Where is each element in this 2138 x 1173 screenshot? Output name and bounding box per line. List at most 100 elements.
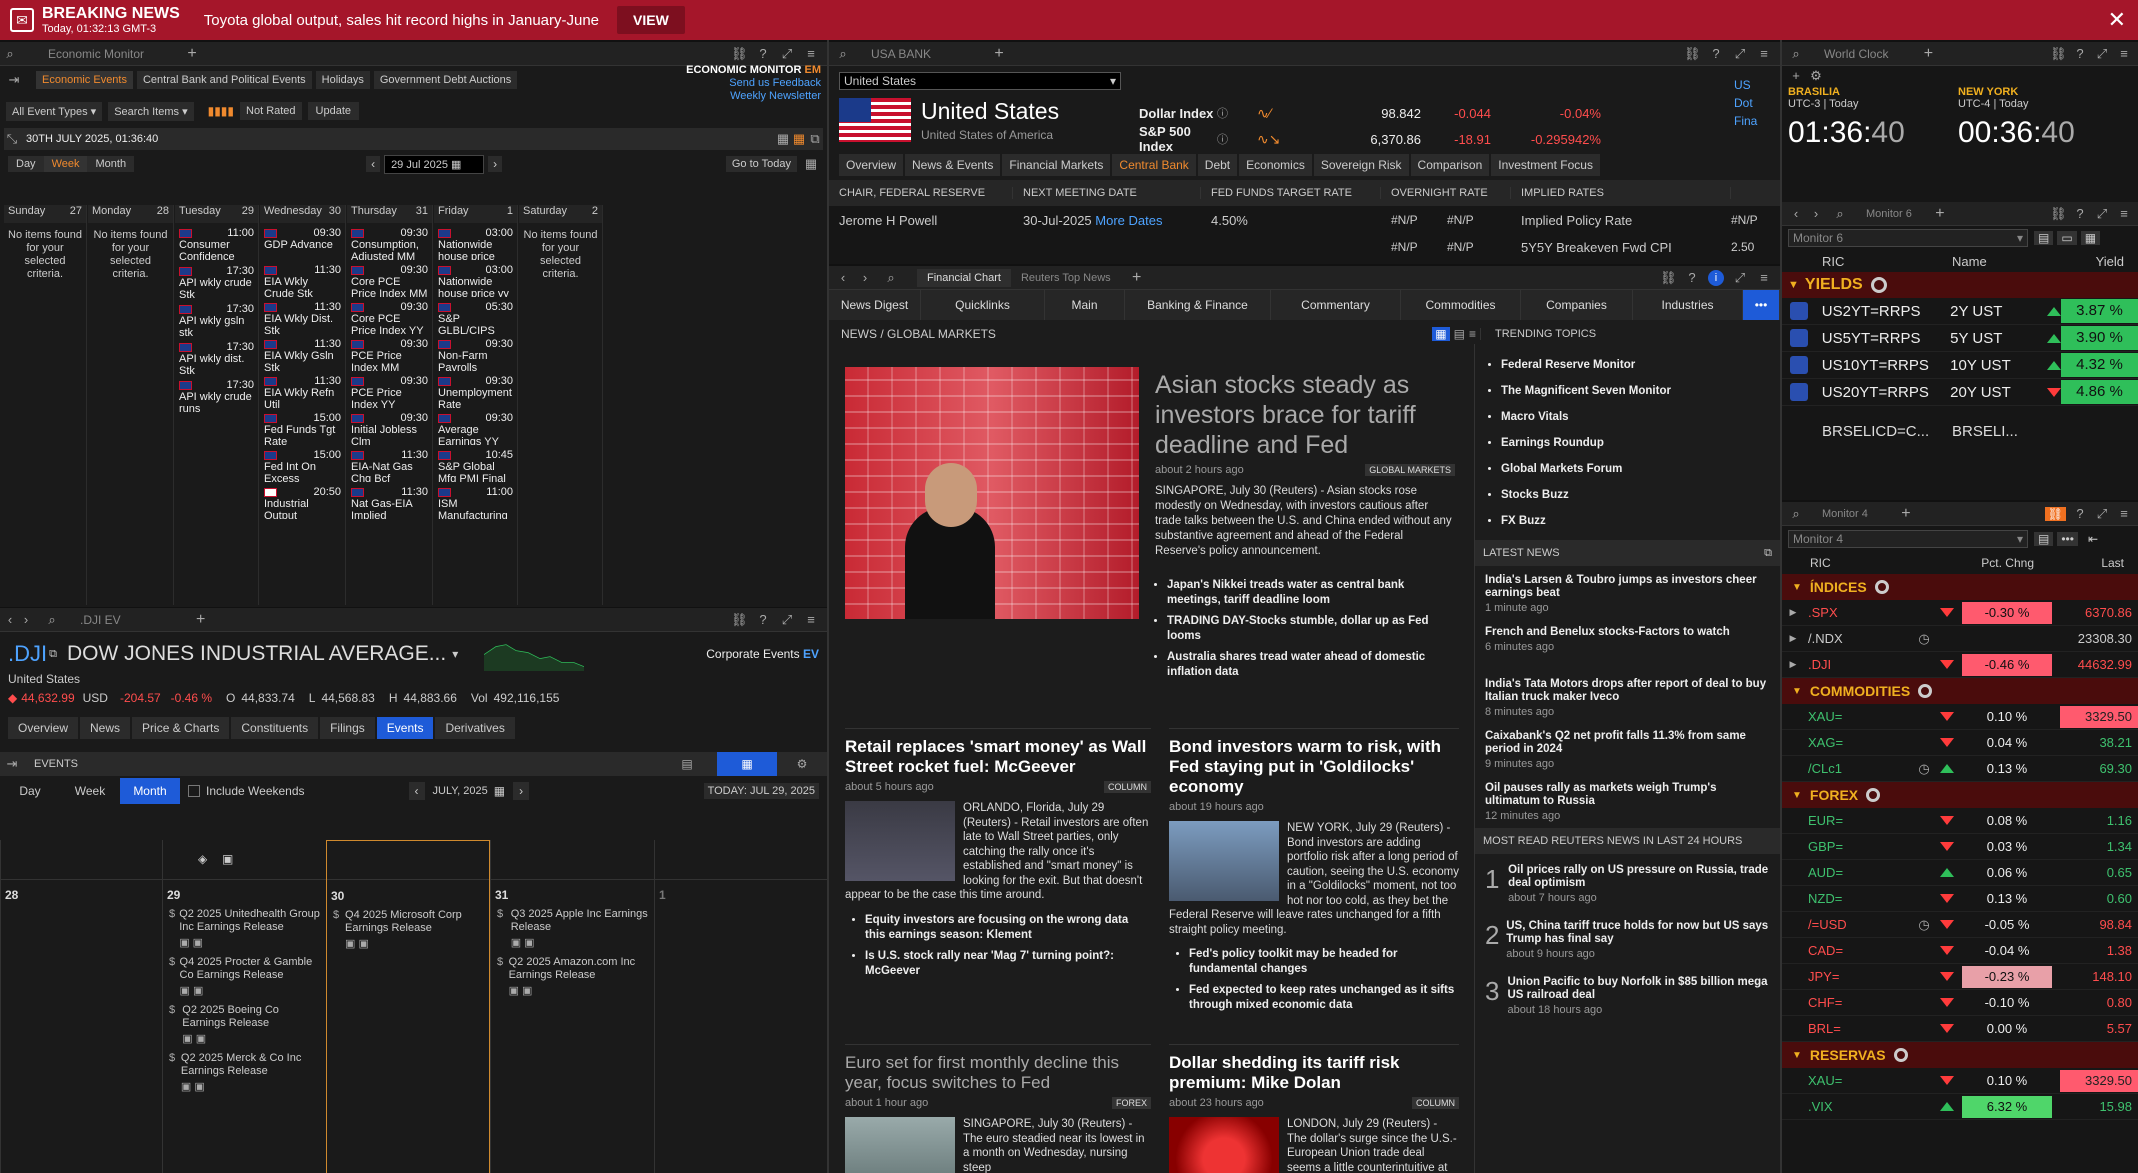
next-month-button[interactable]: › xyxy=(513,782,530,800)
collapse-group-icon[interactable]: ▼ xyxy=(1792,582,1802,593)
col-ric[interactable]: RIC xyxy=(1782,556,1922,570)
sidebar-toggle-icon[interactable]: ⇥ xyxy=(4,756,20,772)
quote-row[interactable]: ▶ .SPX -0.30 % 6370.86 xyxy=(1782,600,2138,626)
news-nav-1[interactable]: Quicklinks xyxy=(921,290,1045,320)
bank-tab-news-events[interactable]: News & Events xyxy=(905,154,1001,176)
menu-icon[interactable]: ≡ xyxy=(2116,206,2132,222)
view-day[interactable]: Day xyxy=(8,156,44,172)
group-settings-icon[interactable] xyxy=(1870,277,1887,293)
bank-tab-sovereign-risk[interactable]: Sovereign Risk xyxy=(1313,154,1409,176)
event-item[interactable]: 11:30 EIA Wkly Dist. Stk xyxy=(260,297,345,334)
quote-row[interactable]: NZD= 0.13 % 0.60 xyxy=(1782,886,2138,912)
dji-tab[interactable]: .DJI EV xyxy=(80,613,121,627)
news-nav-5[interactable]: Commodities xyxy=(1401,290,1521,320)
monitor6-tab[interactable]: Monitor 6 xyxy=(1866,208,1912,220)
menu-icon[interactable]: ≡ xyxy=(1756,270,1772,286)
news-nav-3[interactable]: Banking & Finance xyxy=(1125,290,1271,320)
event-item[interactable]: 17:30 API wkly crude Stk xyxy=(175,261,258,299)
article2-image[interactable] xyxy=(845,801,955,881)
event-item[interactable]: 15:00Fed Int On Excess Reserves xyxy=(260,445,345,482)
news-nav-8[interactable]: ••• xyxy=(1743,290,1780,320)
article5-tag[interactable]: COLUMN xyxy=(1411,1097,1459,1109)
add-tab-icon[interactable]: + xyxy=(1129,269,1145,286)
article4-tag[interactable]: FOREX xyxy=(1111,1097,1151,1109)
rating-bars-icon[interactable]: ▮▮▮▮ xyxy=(208,104,234,118)
quote-row[interactable]: XAU= 0.10 % 3329.50 xyxy=(1782,1068,2138,1094)
bank-tab-financial-markets[interactable]: Financial Markets xyxy=(1002,154,1111,176)
news-nav-2[interactable]: Main xyxy=(1045,290,1125,320)
event-item[interactable]: 10:45 S&P Global Mfg PMI Final xyxy=(434,445,517,482)
day-cell[interactable]: 1 xyxy=(654,840,827,1173)
bank-tab-overview[interactable]: Overview xyxy=(839,154,904,176)
event-item[interactable]: 11:30 Nat Gas-EIA Implied xyxy=(347,482,432,519)
side-link[interactable]: Dot xyxy=(1734,94,1780,112)
event-item[interactable]: 09:30 Core PCE Price Index MM xyxy=(347,260,432,297)
help-icon[interactable]: ? xyxy=(2072,506,2088,522)
trending-topic[interactable]: Stocks Buzz xyxy=(1501,482,1780,508)
article5-headline[interactable]: Dollar shedding its tariff risk premium:… xyxy=(1169,1053,1459,1093)
collapse-group-icon[interactable]: ▼ xyxy=(1788,279,1799,291)
event-item[interactable]: 11:30 EIA Wkly Crude Stk xyxy=(260,260,345,297)
event-item[interactable]: 20:50 Industrial Output xyxy=(260,482,345,519)
add-tab-icon[interactable]: + xyxy=(193,611,209,628)
article3-headline[interactable]: Bond investors warm to risk, with Fed st… xyxy=(1169,737,1459,797)
link-icon[interactable]: ⛓ xyxy=(731,46,748,62)
article2-headline[interactable]: Retail replaces 'smart money' as Wall St… xyxy=(845,737,1151,777)
most-read-item[interactable]: 2 US, China tariff truce holds for now bu… xyxy=(1475,910,1780,966)
expand-icon[interactable]: ⤢ xyxy=(779,612,795,628)
quote-row[interactable]: /CLc1 ◷ 0.13 % 69.30 xyxy=(1782,756,2138,782)
bank-tab-investment-focus[interactable]: Investment Focus xyxy=(1491,154,1600,176)
link-icon[interactable]: ⛓ xyxy=(1684,46,1701,62)
info-icon[interactable]: i xyxy=(1708,269,1724,286)
view-button[interactable]: VIEW xyxy=(617,6,685,34)
layout-grid-icon[interactable]: ▦ xyxy=(1432,327,1450,341)
event-item[interactable]: 15:00 Fed Funds Tgt Rate xyxy=(260,408,345,445)
view-month[interactable]: Month xyxy=(87,156,135,172)
group-settings-icon[interactable] xyxy=(1874,580,1889,594)
event-item[interactable]: 09:30 Initial Jobless Clm xyxy=(347,408,432,445)
subtab-debt-auctions[interactable]: Government Debt Auctions xyxy=(373,71,518,89)
expand-icon[interactable]: ⤢ xyxy=(2094,506,2110,522)
event-item[interactable]: $ Q4 2025 Microsoft Corp Earnings Release… xyxy=(327,903,489,951)
day-cell[interactable]: 28 xyxy=(0,840,162,1173)
link-icon[interactable]: ⛓ xyxy=(2050,206,2067,222)
event-type-filter[interactable]: All Event Types ▾ xyxy=(6,101,103,121)
event-item[interactable]: 05:30S&P GLBL/CIPS Mfg PMI FNL xyxy=(434,297,517,334)
event-item[interactable]: 17:30 API wkly gsln stk xyxy=(175,299,258,337)
latest-news-item[interactable]: Oil pauses rally as markets weigh Trump'… xyxy=(1475,774,1780,826)
dji-tab-derivatives[interactable]: Derivatives xyxy=(435,717,515,739)
link-icon[interactable]: ⛓ xyxy=(2050,46,2067,62)
quote-row[interactable]: JPY= -0.23 % 148.10 xyxy=(1782,964,2138,990)
event-item[interactable]: 09:30 Core PCE Price Index YY xyxy=(347,297,432,334)
back-icon[interactable]: ‹ xyxy=(835,270,851,286)
settings-icon[interactable]: ⚙ xyxy=(777,757,827,771)
tab-financial-chart[interactable]: Financial Chart xyxy=(917,268,1011,287)
related-link[interactable]: Australia shares tread water ahead of do… xyxy=(1167,650,1457,680)
quote-row[interactable]: AUD= 0.06 % 0.65 xyxy=(1782,860,2138,886)
add-clock-icon[interactable]: + xyxy=(1788,68,1804,84)
expand-icon[interactable]: ⤢ xyxy=(2094,206,2110,222)
layout-text-icon[interactable]: ≡ xyxy=(1469,327,1476,341)
group-settings-icon[interactable] xyxy=(1918,684,1933,698)
help-icon[interactable]: ? xyxy=(2072,46,2088,62)
event-item[interactable]: 17:30 API wkly dist. Stk xyxy=(175,337,258,375)
trending-topic[interactable]: Earnings Roundup xyxy=(1501,430,1780,456)
article5-image[interactable] xyxy=(1169,1117,1279,1173)
yield-row[interactable]: US20YT=RRPS 20Y UST 4.86 % xyxy=(1782,379,2138,406)
calendar-icon[interactable]: ▦ xyxy=(791,131,807,147)
newsletter-link[interactable]: Weekly Newsletter xyxy=(686,90,821,103)
most-read-item[interactable]: 3 Union Pacific to buy Norfolk in $85 bil… xyxy=(1475,966,1780,1022)
quote-row[interactable]: CHF= -0.10 % 0.80 xyxy=(1782,990,2138,1016)
view-week[interactable]: Week xyxy=(43,156,88,172)
forward-icon[interactable]: › xyxy=(18,612,34,628)
expand-row-icon[interactable]: ▶ xyxy=(1782,633,1804,644)
breaking-headline[interactable]: Toyota global output, sales hit record h… xyxy=(204,12,599,29)
add-tab-icon[interactable]: + xyxy=(1898,505,1914,522)
subtab-holidays[interactable]: Holidays xyxy=(315,71,370,89)
weekends-checkbox[interactable] xyxy=(188,785,200,797)
add-tab-icon[interactable]: + xyxy=(991,45,1007,62)
help-icon[interactable]: ? xyxy=(2072,206,2088,222)
doc-icon[interactable]: ▤ xyxy=(2034,231,2054,245)
event-item[interactable]: 11:30 EIA Wkly Refn Util xyxy=(260,371,345,408)
search-icon[interactable]: ⌕ xyxy=(835,46,851,62)
